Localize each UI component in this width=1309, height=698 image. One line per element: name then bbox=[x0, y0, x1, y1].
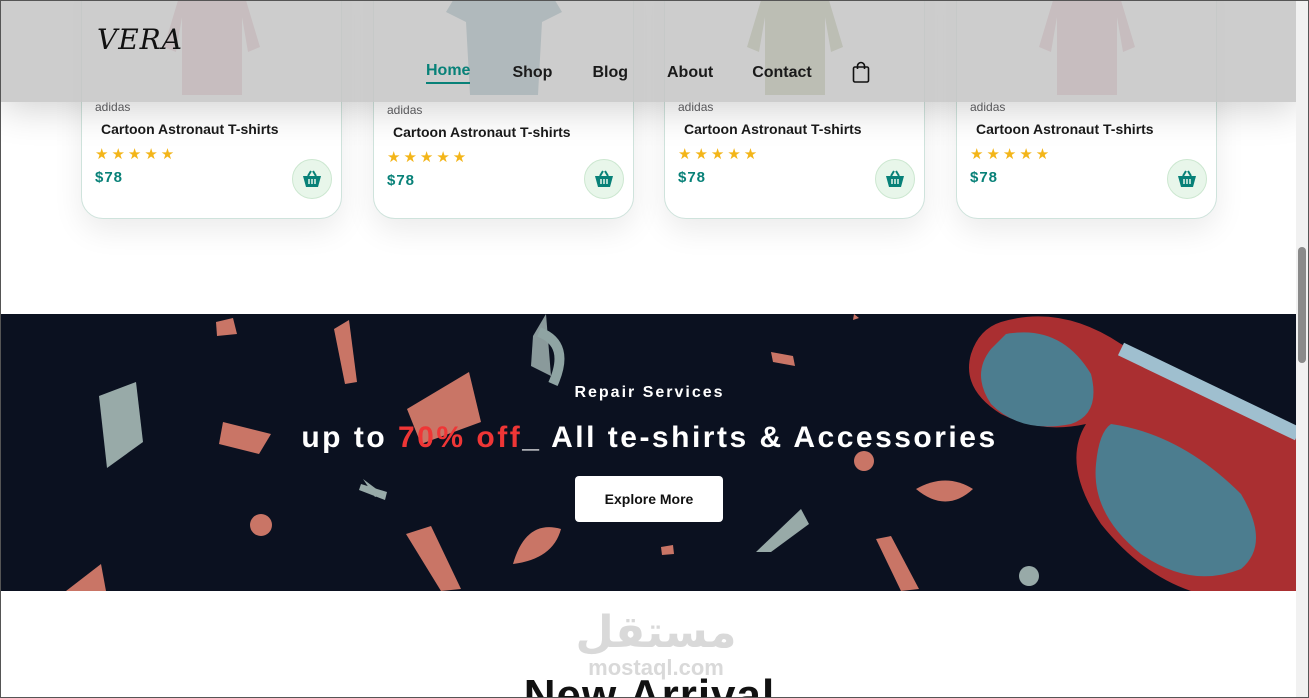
rating-stars-icon: ★★★★★ bbox=[970, 146, 1053, 163]
page-scrollbar[interactable] bbox=[1296, 1, 1308, 697]
cart-icon bbox=[1178, 170, 1196, 187]
watermark-arabic: مستقل bbox=[575, 607, 737, 658]
headline-suffix: _ All te-shirts & Accessories bbox=[522, 421, 998, 454]
product-title: Cartoon Astronaut T-shirts bbox=[976, 121, 1154, 137]
product-price: $78 bbox=[678, 169, 707, 186]
shopping-bag-icon[interactable] bbox=[852, 61, 870, 83]
rating-stars-icon: ★★★★★ bbox=[95, 146, 178, 163]
rating-stars-icon: ★★★★★ bbox=[678, 146, 761, 163]
main-nav: Home Shop Blog About Contact bbox=[426, 62, 812, 84]
explore-more-button[interactable]: Explore More bbox=[575, 476, 723, 522]
product-price: $78 bbox=[387, 172, 416, 189]
scrollbar-thumb[interactable] bbox=[1298, 247, 1306, 363]
product-brand: adidas bbox=[95, 100, 131, 114]
banner-subtitle: Repair Services bbox=[574, 384, 725, 401]
product-price: $78 bbox=[970, 169, 999, 186]
nav-link-about[interactable]: About bbox=[667, 64, 713, 82]
product-brand: adidas bbox=[970, 100, 1006, 114]
nav-link-blog[interactable]: Blog bbox=[592, 64, 628, 82]
add-to-cart-button[interactable] bbox=[292, 159, 332, 199]
product-brand: adidas bbox=[387, 103, 423, 117]
page: adidas Cartoon Astronaut T-shirts ★★★★★ … bbox=[0, 0, 1309, 698]
add-to-cart-button[interactable] bbox=[1167, 159, 1207, 199]
nav-link-shop[interactable]: Shop bbox=[512, 64, 552, 82]
product-price: $78 bbox=[95, 169, 124, 186]
mostaql-watermark: مستقل mostaql.com bbox=[561, 609, 751, 679]
site-header: VERA Home Shop Blog About Contact bbox=[1, 1, 1298, 102]
cart-icon bbox=[886, 170, 904, 187]
discount-highlight: 70% off bbox=[398, 421, 523, 454]
cart-icon bbox=[303, 170, 321, 187]
rating-stars-icon: ★★★★★ bbox=[387, 149, 470, 166]
add-to-cart-button[interactable] bbox=[875, 159, 915, 199]
promo-banner: Repair Services up to 70% off_ All te-sh… bbox=[1, 314, 1298, 591]
cart-icon bbox=[595, 170, 613, 187]
product-title: Cartoon Astronaut T-shirts bbox=[393, 124, 571, 140]
banner-headline: up to 70% off_ All te-shirts & Accessori… bbox=[1, 421, 1298, 455]
headline-prefix: up to bbox=[301, 421, 398, 454]
product-title: Cartoon Astronaut T-shirts bbox=[684, 121, 862, 137]
nav-link-contact[interactable]: Contact bbox=[752, 64, 812, 82]
add-to-cart-button[interactable] bbox=[584, 159, 624, 199]
product-title: Cartoon Astronaut T-shirts bbox=[101, 121, 279, 137]
product-brand: adidas bbox=[678, 100, 714, 114]
nav-link-home[interactable]: Home bbox=[426, 62, 471, 84]
site-logo[interactable]: VERA bbox=[97, 23, 183, 56]
section-title: New Arrival bbox=[523, 671, 776, 698]
